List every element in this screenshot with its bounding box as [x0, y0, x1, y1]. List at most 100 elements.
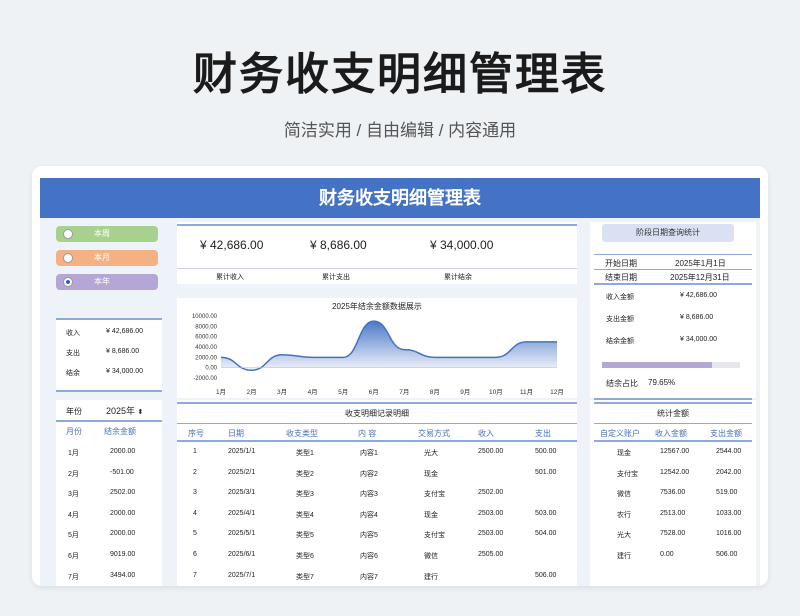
monthly-value: -501.00 — [110, 468, 134, 476]
x-tick-label: 11月 — [520, 388, 533, 396]
accounts-title: 统计金额 — [657, 409, 689, 418]
summary-value: ¥ 8,686.00 — [106, 348, 140, 355]
y-tick-label: 0.00 — [205, 366, 217, 372]
table-cell: 类型1 — [296, 450, 314, 457]
query-row-value: ¥ 42,686.00 — [680, 292, 717, 299]
table-cell: 2 — [193, 468, 197, 476]
table-cell: 2025/4/1 — [228, 509, 256, 517]
table-cell: 建行 — [424, 573, 438, 581]
sheet-banner: 财务收支明细管理表 — [40, 178, 760, 218]
monthly-month: 3月 — [68, 491, 79, 499]
total-label: 累计结余 — [444, 274, 472, 281]
accounts-cell: 0.00 — [660, 551, 674, 558]
period-radio-3[interactable]: 本年 — [56, 274, 158, 290]
ratio-label: 结余占比 — [606, 379, 638, 388]
radio-dot-icon — [63, 229, 73, 239]
x-tick-label: 10月 — [489, 388, 503, 396]
table-cell: 504.00 — [535, 530, 557, 538]
period-radio-2[interactable]: 本月 — [56, 250, 158, 266]
records-header: 收支类型 — [286, 429, 318, 438]
total-label: 累计收入 — [216, 274, 244, 281]
table-cell: 内容1 — [360, 450, 378, 457]
period-radio-1[interactable]: 本周 — [56, 226, 158, 242]
radio-dot-icon — [63, 253, 73, 263]
table-cell: 500.00 — [535, 448, 557, 455]
table-cell: 2025/2/1 — [228, 468, 256, 476]
accounts-header: 收入金额 — [655, 429, 687, 438]
period-radio-label: 本周 — [94, 229, 110, 238]
records-header: 交易方式 — [418, 429, 450, 438]
date-query-button[interactable]: 阶段日期查询统计 — [602, 224, 734, 242]
table-cell: 现金 — [424, 511, 438, 519]
table-cell: 2503.00 — [478, 530, 504, 538]
table-cell: 1 — [193, 448, 197, 455]
balance-ratio-bar — [602, 362, 740, 368]
total-value: ¥ 34,000.00 — [430, 238, 494, 252]
balance-area-chart: 2025年结余金额数据展示 10000.00 8000.00 6000.00 4000.… — [192, 301, 564, 396]
table-cell: 2025/7/1 — [228, 571, 256, 579]
table-cell: 3 — [193, 489, 197, 497]
table-cell: 内容4 — [360, 511, 378, 519]
accounts-cell: 2544.00 — [716, 448, 742, 455]
chart-panel: 2025年结余金额数据展示 10000.00 8000.00 6000.00 4000.… — [177, 298, 577, 398]
x-tick-label: 2月 — [246, 388, 256, 396]
accounts-cell: 1033.00 — [716, 509, 742, 517]
accounts-cell: 建行 — [617, 553, 631, 560]
summary-label: 结余 — [66, 370, 80, 377]
start-date-value[interactable]: 2025年1月1日 — [675, 258, 726, 269]
table-cell: 6 — [193, 551, 197, 558]
table-cell: 支付宝 — [424, 532, 445, 540]
end-date-value[interactable]: 2025年12月31日 — [670, 272, 730, 283]
accounts-cell: 光大 — [617, 532, 631, 540]
year-selector[interactable]: 2025年 ⬍ — [106, 404, 146, 418]
table-cell: 内容5 — [360, 532, 378, 540]
y-tick-label: 2000.00 — [195, 355, 217, 361]
records-header: 收入 — [478, 429, 494, 438]
accounts-cell: 2042.00 — [716, 468, 742, 476]
accounts-cell: 1016.00 — [716, 530, 742, 538]
ratio-value: 79.65% — [648, 378, 676, 387]
accounts-cell: 支付宝 — [617, 470, 638, 478]
query-row-label: 结余金额 — [606, 338, 634, 345]
y-tick-label: -2000.00 — [193, 376, 217, 382]
end-date-label: 结束日期 — [605, 273, 637, 282]
records-header: 日期 — [228, 429, 244, 438]
query-row-label: 支出金额 — [606, 316, 634, 323]
x-tick-label: 4月 — [308, 388, 318, 396]
table-cell: 2505.00 — [478, 551, 504, 558]
accounts-cell: 12542.00 — [660, 468, 690, 476]
hero-title: 财务收支明细管理表 — [193, 50, 607, 99]
accounts-cell: 微信 — [617, 491, 631, 499]
summary-value: ¥ 34,000.00 — [106, 368, 143, 375]
table-cell: 内容3 — [360, 491, 378, 499]
table-cell: 503.00 — [535, 509, 557, 517]
x-tick-label: 5月 — [338, 388, 348, 396]
total-label: 累计支出 — [322, 274, 350, 281]
area-fill — [221, 321, 557, 371]
start-date-label: 开始日期 — [605, 259, 637, 268]
monthly-value: 2000.00 — [110, 509, 136, 517]
records-header: 支出 — [535, 429, 551, 438]
stepper-icon[interactable]: ⬍ — [138, 409, 144, 416]
y-tick-label: 8000.00 — [195, 324, 217, 330]
query-row-value: ¥ 34,000.00 — [680, 336, 717, 343]
y-tick-label: 10000.00 — [192, 314, 218, 320]
accounts-header: 支出金额 — [710, 429, 742, 438]
table-cell: 501.00 — [535, 468, 557, 476]
table-cell: 2500.00 — [478, 448, 504, 455]
table-cell: 内容7 — [360, 573, 378, 581]
accounts-cell: 7536.00 — [660, 489, 686, 497]
monthly-value: 2000.00 — [110, 530, 136, 538]
x-tick-label: 1月 — [216, 388, 226, 396]
accounts-cell: 2513.00 — [660, 509, 686, 517]
query-panel — [590, 222, 756, 398]
year-value: 2025年 — [106, 406, 136, 416]
table-cell: 内容2 — [360, 470, 378, 478]
y-tick-label: 6000.00 — [195, 335, 217, 341]
table-cell: 类型6 — [296, 553, 314, 560]
summary-label: 收入 — [66, 330, 80, 337]
year-label: 年份 — [66, 407, 82, 416]
x-tick-label: 12月 — [550, 388, 564, 396]
table-cell: 类型4 — [296, 511, 314, 519]
accounts-header: 自定义账户 — [600, 429, 640, 438]
